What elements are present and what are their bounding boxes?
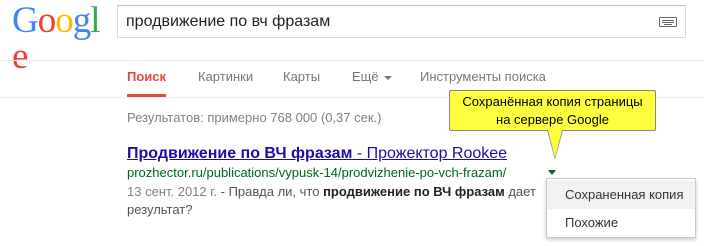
tab-search[interactable]: Поиск (127, 61, 167, 97)
snippet-text: - Правда ли, что (217, 184, 324, 199)
cached-dropdown-arrow-icon[interactable] (548, 170, 556, 175)
logo-letter: o (37, 0, 56, 41)
tab-maps[interactable]: Карты (283, 61, 320, 97)
snippet-date: 13 сент. 2012 г. (127, 184, 218, 199)
result-title-rest: - Прожектор Rookee (352, 145, 508, 162)
tab-label: Карты (283, 69, 321, 84)
callout-line-2: на сервере Google (496, 112, 609, 127)
tab-label: Картинки (198, 69, 254, 84)
result-title-link[interactable]: Продвижение по ВЧ фразам - Прожектор Roo… (127, 145, 507, 163)
tab-label: Инструменты поиска (420, 69, 546, 84)
result-options-menu: Сохраненная копия Похожие (546, 178, 696, 238)
annotation-callout: Сохранённая копия страницы на сервере Go… (449, 90, 656, 131)
google-logo[interactable]: Google (12, 0, 104, 75)
tab-more[interactable]: Ещё (352, 61, 392, 97)
search-input[interactable]: продвижение по вч фразам (117, 5, 686, 38)
tab-label: Ещё (352, 69, 379, 84)
keyboard-icon[interactable] (659, 17, 677, 27)
logo-letter: g (72, 0, 91, 41)
callout-line-1: Сохранённая копия страницы (462, 94, 643, 109)
result-stats: Результатов: примерно 768 000 (0,37 сек.… (127, 110, 382, 125)
result-snippet: 13 сент. 2012 г. - Правда ли, что продви… (127, 183, 547, 219)
logo-letter: l (90, 0, 100, 41)
chevron-down-icon (383, 75, 392, 80)
search-query: продвижение по вч фразам (126, 13, 331, 30)
tab-images[interactable]: Картинки (198, 61, 253, 97)
logo-letter: G (12, 0, 39, 41)
tab-label: Поиск (127, 69, 167, 84)
menu-item-similar[interactable]: Похожие (547, 209, 695, 237)
snippet-highlight: продвижение по ВЧ фразам (323, 184, 505, 199)
menu-item-cached[interactable]: Сохраненная копия (547, 181, 695, 209)
logo-letter: o (55, 0, 73, 41)
result-title-bold: Продвижение по ВЧ фразам (127, 145, 353, 162)
result-url: prozhector.ru/publications/vypusk-14/pro… (127, 165, 507, 180)
tooltip-pointer (548, 130, 562, 158)
